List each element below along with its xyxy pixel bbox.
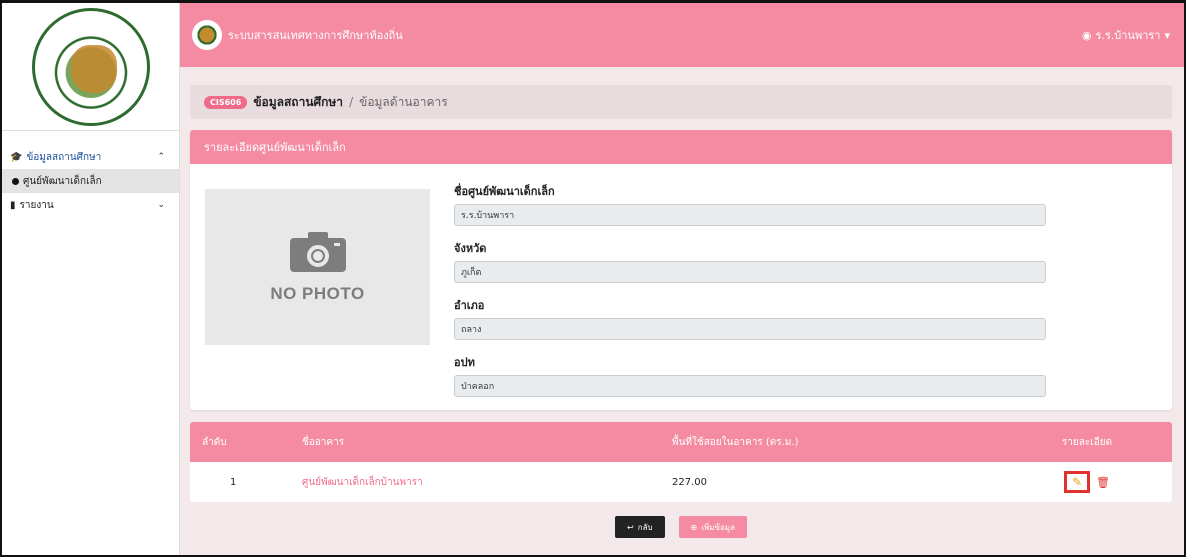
- pencil-icon: ✎: [1071, 475, 1083, 489]
- sidebar-item-report[interactable]: ▮ รายงาน ⌄: [2, 193, 179, 217]
- back-button-label: กลับ: [637, 522, 653, 532]
- add-button-label: เพิ่มข้อมูล: [701, 522, 735, 532]
- brand[interactable]: ระบบสารสนเทศทางการศึกษาท้องถิ่น: [192, 20, 403, 50]
- breadcrumb-separator: /: [349, 95, 354, 109]
- sidebar: 🎓 ข้อมูลสถานศึกษา ⌃ ศูนย์พัฒนาเด็กเล็ก ▮…: [2, 3, 180, 555]
- dot-icon: [12, 177, 19, 185]
- user-menu[interactable]: ◉ ร.ร.บ้านพารา ▾: [1082, 26, 1170, 44]
- column-header-detail: รายละเอียด: [1061, 436, 1113, 448]
- add-data-button[interactable]: ⊕ เพิ่มข้อมูล: [678, 516, 747, 538]
- province-field[interactable]: ภูเก็ต: [454, 261, 1046, 283]
- column-header-name: ชื่ออาคาร: [302, 436, 345, 448]
- graduation-cap-icon: 🎓: [10, 151, 23, 163]
- plus-circle-icon: ⊕: [690, 522, 698, 532]
- breadcrumb-link[interactable]: ข้อมูลสถานศึกษา: [253, 93, 343, 112]
- detail-card: รายละเอียดศูนย์พัฒนาเด็กเล็ก NO PHOTO ชื…: [190, 130, 1172, 410]
- province-label: จังหวัด: [454, 242, 487, 255]
- detail-fields: ชื่อศูนย์พัฒนาเด็กเล็ก ร.ร.บ้านพารา จังห…: [454, 180, 1046, 408]
- building-area: 227.00: [672, 476, 707, 488]
- local-admin-label: อปท: [454, 356, 475, 369]
- caret-down-icon: ▾: [1164, 28, 1170, 42]
- app-title: ระบบสารสนเทศทางการศึกษาท้องถิ่น: [228, 29, 403, 42]
- table-row: 1 ศูนย์พัฒนาเด็กเล็กบ้านพารา 227.00 ✎ 🗑: [190, 462, 1172, 502]
- page-code-badge: CIS606: [204, 95, 248, 109]
- document-icon: ▮: [10, 199, 16, 211]
- back-button[interactable]: ↩ กลับ: [615, 516, 665, 538]
- column-header-area: พื้นที่ใช้สอยในอาคาร (ตร.ม.): [672, 436, 799, 448]
- column-header-no: ลำดับ: [202, 436, 227, 448]
- center-name-label: ชื่อศูนย์พัฒนาเด็กเล็ก: [454, 185, 555, 198]
- breadcrumb-current: ข้อมูลด้านอาคาร: [359, 94, 448, 109]
- chevron-down-icon: ⌄: [157, 200, 165, 210]
- trash-icon: 🗑: [1096, 475, 1110, 489]
- sidebar-item-label: ข้อมูลสถานศึกษา: [26, 151, 102, 163]
- brand-logo: [192, 20, 222, 50]
- table-header: ลำดับ ชื่ออาคาร พื้นที่ใช้สอยในอาคาร (ตร…: [190, 422, 1172, 462]
- sidebar-item-label: รายงาน: [19, 199, 54, 211]
- chevron-up-icon: ⌃: [157, 152, 165, 162]
- local-admin-field[interactable]: ป่าคลอก: [454, 375, 1046, 397]
- form-actions: ↩ กลับ ⊕ เพิ่มข้อมูล: [190, 516, 1172, 538]
- app-window: 🎓 ข้อมูลสถานศึกษา ⌃ ศูนย์พัฒนาเด็กเล็ก ▮…: [0, 0, 1186, 557]
- center-name-field[interactable]: ร.ร.บ้านพารา: [454, 204, 1046, 226]
- delete-button[interactable]: 🗑: [1096, 476, 1110, 489]
- sidebar-item-child-center[interactable]: ศูนย์พัฒนาเด็กเล็ก: [2, 169, 179, 193]
- photo-placeholder: NO PHOTO: [205, 189, 430, 345]
- building-name-link[interactable]: ศูนย์พัฒนาเด็กเล็กบ้านพารา: [302, 477, 423, 488]
- main-content: CIS606 ข้อมูลสถานศึกษา / ข้อมูลด้านอาคาร…: [190, 85, 1172, 538]
- district-field[interactable]: ถลาง: [454, 318, 1046, 340]
- district-label: อำเภอ: [454, 299, 485, 312]
- sidebar-item-label: ศูนย์พัฒนาเด็กเล็ก: [23, 175, 102, 187]
- row-number: 1: [230, 476, 237, 488]
- card-title: รายละเอียดศูนย์พัฒนาเด็กเล็ก: [190, 130, 1172, 164]
- top-navbar: ระบบสารสนเทศทางการศึกษาท้องถิ่น ◉ ร.ร.บ้…: [180, 3, 1184, 67]
- user-name: ร.ร.บ้านพารา: [1095, 29, 1161, 42]
- logo-area: [2, 3, 179, 131]
- edit-button[interactable]: ✎: [1064, 471, 1091, 493]
- card-body: NO PHOTO ชื่อศูนย์พัฒนาเด็กเล็ก ร.ร.บ้าน…: [190, 164, 1172, 410]
- building-table: ลำดับ ชื่ออาคาร พื้นที่ใช้สอยในอาคาร (ตร…: [190, 422, 1172, 502]
- user-icon: ◉: [1081, 28, 1092, 42]
- row-actions: ✎ 🗑: [1002, 471, 1172, 493]
- sidebar-item-school-info[interactable]: 🎓 ข้อมูลสถานศึกษา ⌃: [2, 145, 179, 169]
- sidebar-menu: 🎓 ข้อมูลสถานศึกษา ⌃ ศูนย์พัฒนาเด็กเล็ก ▮…: [2, 131, 179, 217]
- no-photo-text: NO PHOTO: [270, 284, 365, 303]
- camera-icon: [289, 230, 346, 272]
- reply-arrow-icon: ↩: [627, 522, 634, 532]
- breadcrumb: CIS606 ข้อมูลสถานศึกษา / ข้อมูลด้านอาคาร: [190, 85, 1172, 119]
- department-seal-logo: [31, 7, 150, 126]
